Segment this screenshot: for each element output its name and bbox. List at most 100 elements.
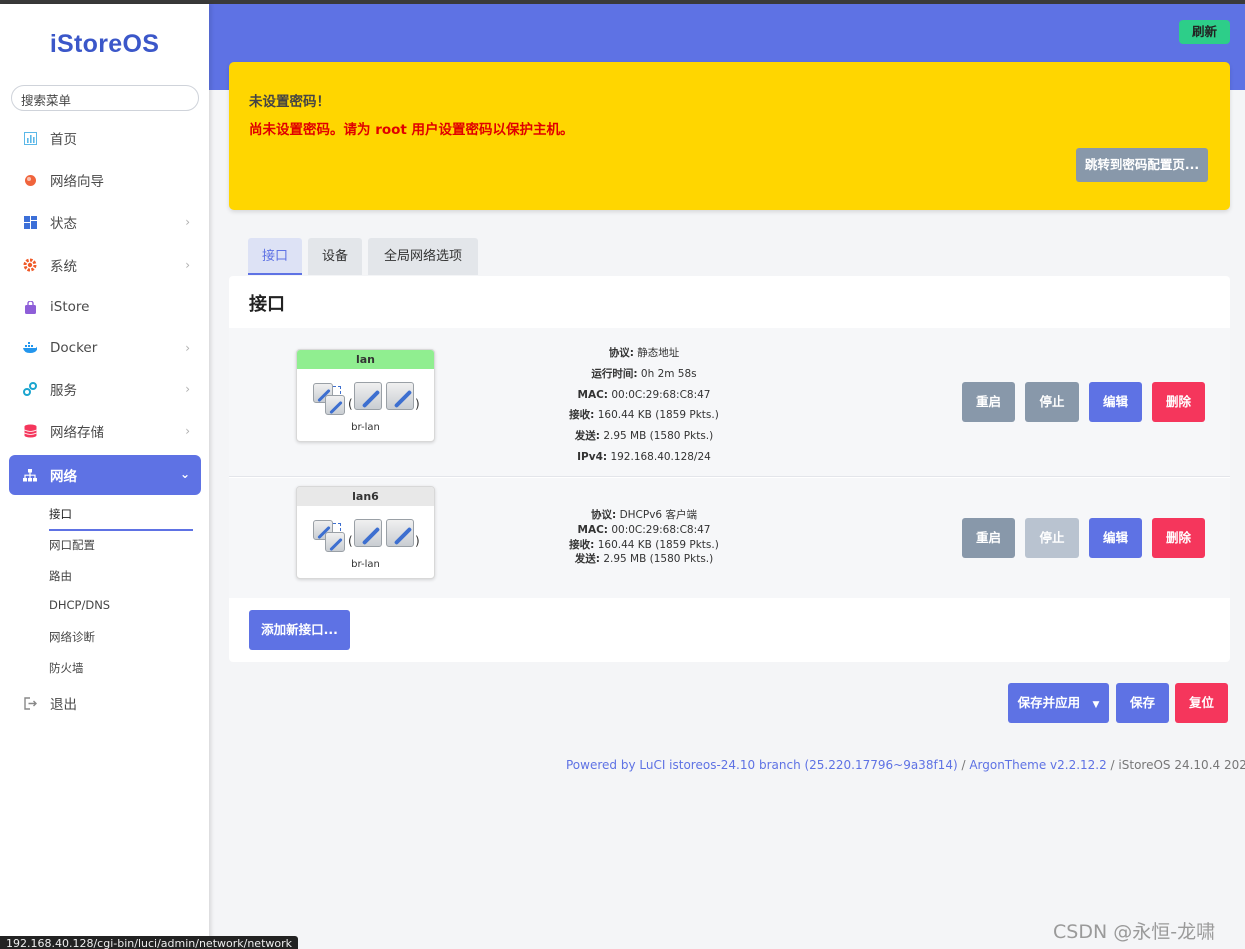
- tx-label: 发送:: [574, 430, 600, 443]
- interface-ports: ( ): [297, 506, 434, 558]
- alert-message: 尚未设置密码。请为 root 用户设置密码以保护主机。: [249, 122, 574, 138]
- footer-separator: /: [957, 758, 970, 772]
- save-button[interactable]: 保存: [1116, 683, 1169, 723]
- logo[interactable]: iStoreOS: [0, 30, 209, 59]
- paren-open: (: [348, 534, 353, 548]
- footer: Powered by LuCI istoreos-24.10 branch (2…: [566, 758, 1245, 772]
- password-alert: 未设置密码！ 尚未设置密码。请为 root 用户设置密码以保护主机。 跳转到密码…: [229, 62, 1230, 210]
- caret-down-icon: ▼: [1092, 700, 1100, 710]
- sidebar-item-label: iStore: [50, 299, 90, 315]
- sidebar-item-label: Docker: [50, 340, 98, 356]
- sidebar-item-label: 网络向导: [50, 174, 104, 190]
- status-bar-url: 192.168.40.128/cgi-bin/luci/admin/networ…: [0, 936, 299, 949]
- active-underline: [49, 529, 193, 531]
- edit-button[interactable]: 编辑: [1089, 382, 1142, 422]
- sidebar-item-network-wizard[interactable]: 网络向导: [9, 161, 201, 199]
- link-dots-icon: [333, 523, 341, 531]
- logout-icon: [23, 696, 37, 710]
- reset-button[interactable]: 复位: [1175, 683, 1228, 723]
- ethernet-port-icon: [386, 382, 414, 410]
- rx-value: 160.44 KB (1859 Pkts.): [597, 409, 719, 422]
- delete-button[interactable]: 删除: [1152, 382, 1205, 422]
- delete-button[interactable]: 删除: [1152, 518, 1205, 558]
- refresh-button[interactable]: 刷新: [1179, 20, 1230, 44]
- interface-row-lan6: lan6 ( ) br-lan 协议: DHCPv6 客户端 MAC: 00:0…: [229, 478, 1230, 598]
- protocol-value: DHCPv6 客户端: [619, 509, 697, 521]
- subitem-dhcp-dns[interactable]: DHCP/DNS: [49, 598, 110, 612]
- edit-button[interactable]: 编辑: [1089, 518, 1142, 558]
- services-icon: [23, 382, 37, 396]
- subitem-firewall[interactable]: 防火墙: [49, 660, 84, 676]
- sidebar-item-istore[interactable]: iStore: [9, 288, 201, 326]
- interface-name: lan6: [297, 487, 434, 506]
- chevron-right-icon: ›: [185, 258, 190, 272]
- chevron-right-icon: ›: [185, 341, 190, 355]
- sidebar-item-home[interactable]: 首页: [9, 119, 201, 157]
- ethernet-port-icon: [354, 519, 382, 547]
- interface-card-lan6[interactable]: lan6 ( ) br-lan: [296, 486, 435, 579]
- subitem-diagnostics[interactable]: 网络诊断: [49, 629, 95, 645]
- theme-link[interactable]: ArgonTheme v2.2.12.2: [969, 758, 1106, 772]
- sidebar-item-system[interactable]: 系统 ›: [9, 246, 201, 284]
- subitem-interfaces[interactable]: 接口: [49, 506, 72, 522]
- sidebar-item-label: 服务: [50, 383, 77, 399]
- os-version: iStoreOS 24.10.4 2025120511: [1118, 758, 1245, 772]
- sidebar-item-label: 状态: [50, 216, 77, 232]
- restart-button[interactable]: 重启: [962, 518, 1015, 558]
- add-interface-button[interactable]: 添加新接口...: [249, 610, 350, 650]
- sidebar-item-docker[interactable]: Docker ›: [9, 329, 201, 367]
- link-dots-icon: [333, 386, 341, 394]
- luci-link[interactable]: Powered by LuCI istoreos-24.10 branch (2…: [566, 758, 958, 772]
- ipv4-label: IPv4:: [577, 450, 608, 463]
- sidebar-item-network[interactable]: 网络 ⌄: [9, 455, 201, 495]
- interface-device: br-lan: [351, 422, 380, 433]
- mac-value: 00:0C:29:68:C8:47: [611, 388, 711, 401]
- sidebar-item-label: 系统: [50, 259, 77, 275]
- paren-open: (: [348, 397, 353, 411]
- sidebar-item-label: 网络存储: [50, 425, 104, 441]
- sidebar: iStoreOS 搜索菜单 首页 网络向导 状态 › 系统 › iStore D…: [0, 4, 209, 949]
- interfaces-panel: 接口 lan ( ) br-lan 协议: 静态地址 运行时间: 0h 2m 5…: [229, 276, 1230, 662]
- sidebar-item-label: 退出: [50, 697, 77, 713]
- tab-devices[interactable]: 设备: [308, 238, 362, 275]
- gear-icon: [23, 258, 37, 272]
- uptime-value: 0h 2m 58s: [640, 367, 697, 380]
- interface-card-lan[interactable]: lan ( ) br-lan: [296, 349, 435, 442]
- chevron-right-icon: ›: [185, 424, 190, 438]
- panel-title: 接口: [249, 294, 285, 315]
- tab-global-options[interactable]: 全局网络选项: [368, 238, 478, 275]
- chevron-down-icon: ⌄: [179, 467, 190, 481]
- sidebar-item-label: 首页: [50, 132, 77, 148]
- paren-close: ): [415, 397, 420, 411]
- subitem-routes[interactable]: 路由: [49, 568, 72, 584]
- network-icon: [23, 468, 37, 482]
- dashboard-icon: [23, 131, 37, 145]
- chevron-right-icon: ›: [185, 215, 190, 229]
- interface-name: lan: [297, 350, 434, 369]
- mac-label: MAC:: [577, 388, 608, 401]
- stop-button[interactable]: 停止: [1025, 382, 1079, 422]
- alert-title: 未设置密码！: [249, 94, 330, 110]
- restart-button[interactable]: 重启: [962, 382, 1015, 422]
- sidebar-item-logout[interactable]: 退出: [9, 684, 201, 722]
- protocol-value: 静态地址: [637, 347, 680, 359]
- rx-value: 160.44 KB (1859 Pkts.): [597, 538, 719, 551]
- save-apply-dropdown[interactable]: 保存并应用 ▼: [1008, 683, 1109, 723]
- search-input[interactable]: 搜索菜单: [11, 85, 199, 111]
- goto-password-button[interactable]: 跳转到密码配置页...: [1076, 148, 1208, 182]
- interface-info-lan: 协议: 静态地址 运行时间: 0h 2m 58s MAC: 00:0C:29:6…: [484, 343, 804, 468]
- subitem-port-config[interactable]: 网口配置: [49, 537, 95, 553]
- sidebar-item-storage[interactable]: 网络存储 ›: [9, 412, 201, 450]
- interface-info-lan6: 协议: DHCPv6 客户端 MAC: 00:0C:29:68:C8:47 接收…: [484, 508, 804, 567]
- protocol-label: 协议:: [591, 509, 617, 521]
- sidebar-item-services[interactable]: 服务 ›: [9, 370, 201, 408]
- globe-icon: [23, 173, 37, 187]
- stop-button: 停止: [1025, 518, 1079, 558]
- interface-row-lan: lan ( ) br-lan 协议: 静态地址 运行时间: 0h 2m 58s …: [229, 328, 1230, 477]
- interface-device: br-lan: [351, 559, 380, 570]
- ethernet-port-icon: [386, 519, 414, 547]
- sidebar-item-status[interactable]: 状态 ›: [9, 203, 201, 241]
- mac-value: 00:0C:29:68:C8:47: [611, 523, 711, 536]
- tab-interfaces[interactable]: 接口: [248, 238, 302, 275]
- save-apply-label: 保存并应用: [1017, 695, 1081, 710]
